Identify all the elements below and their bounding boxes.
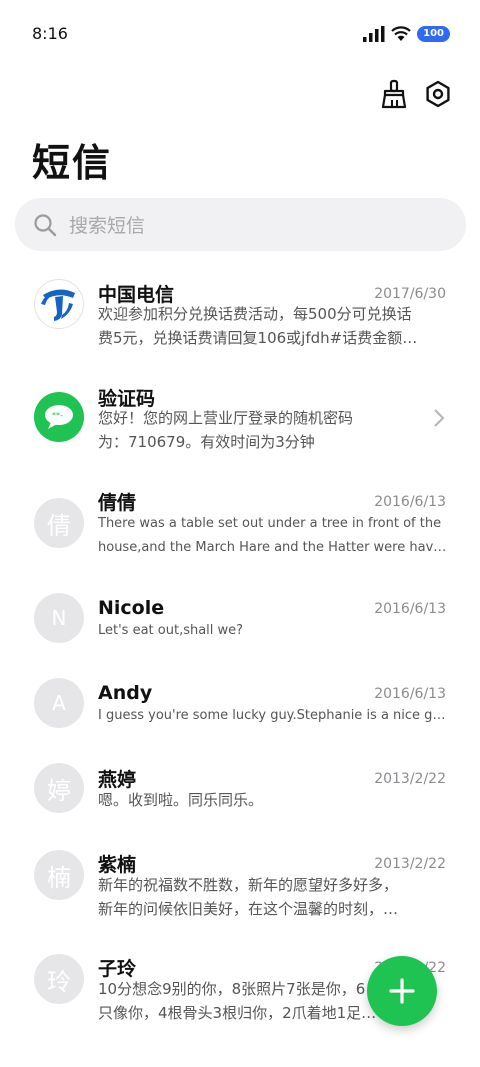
conversation-item[interactable]: 中国电信 2017/6/30 欢迎参加积分兑换话费活动，每500分可兑换话 费5… [0, 268, 480, 368]
message-date: 2013/2/22 [374, 856, 446, 872]
avatar: N [34, 593, 84, 643]
broom-icon [381, 79, 407, 109]
telecom-logo-icon [41, 289, 75, 321]
clean-button[interactable] [376, 76, 412, 112]
sms-bubble-icon: **- [34, 392, 84, 442]
signal-icon [363, 26, 385, 42]
status-bar: 8:16 100 [0, 0, 480, 66]
conversation-item[interactable]: 倩 倩倩 2016/6/13 There was a table set out… [0, 478, 480, 578]
message-date: 2016/6/13 [374, 686, 446, 702]
conversation-item[interactable]: 婷 燕婷 2013/2/22 嗯。收到啦。同乐同乐。 [0, 758, 480, 838]
status-icons: 100 [363, 24, 450, 44]
search-icon [34, 213, 57, 236]
plus-icon [389, 978, 415, 1004]
conversation-item[interactable]: **- 验证码 您好！您的网上营业厅登录的随机密码 为：710679。有效时间为… [0, 372, 480, 470]
settings-button[interactable] [420, 76, 456, 112]
message-preview: Let's eat out,shall we? [98, 623, 244, 638]
avatar: 楠 [34, 850, 84, 900]
wifi-icon [391, 26, 411, 41]
conversation-item[interactable]: A Andy 2016/6/13 I guess you're some luc… [0, 673, 480, 753]
contact-name: 倩倩 [98, 492, 137, 514]
message-preview: 新年的祝福数不胜数，新年的愿望好多好多， 新年的问候依旧美好，在这个温馨的时刻，… [98, 876, 399, 918]
avatar: 婷 [34, 763, 84, 813]
china-telecom-logo [34, 279, 84, 329]
message-date: 2016/6/13 [374, 601, 446, 617]
message-preview: There was a table set out under a tree i… [98, 516, 448, 555]
message-preview: 您好！您的网上营业厅登录的随机密码 为：710679。有效时间为3分钟 [98, 409, 354, 451]
message-preview: 嗯。收到啦。同乐同乐。 [98, 791, 264, 809]
new-message-button[interactable] [367, 956, 437, 1026]
avatar: 玲 [34, 954, 84, 1004]
page-title: 短信 [32, 141, 113, 185]
message-preview: I guess you're some lucky guy.Stephanie … [98, 708, 448, 723]
avatar: A [34, 678, 84, 728]
message-preview: 欢迎参加积分兑换话费活动，每500分可兑换话 费5元，兑换话费请回复106或jf… [98, 305, 418, 347]
message-date: 2016/6/13 [374, 494, 446, 510]
search-input[interactable]: 搜索短信 [15, 198, 466, 251]
avatar: 倩 [34, 498, 84, 548]
contact-name: Andy [98, 682, 153, 704]
conversation-item[interactable]: N Nicole 2016/6/13 Let's eat out,shall w… [0, 588, 480, 668]
svg-text:**-: **- [52, 411, 63, 420]
conversation-item[interactable]: 楠 紫楠 2013/2/22 新年的祝福数不胜数，新年的愿望好多好多， 新年的问… [0, 843, 480, 943]
contact-name: Nicole [98, 597, 165, 619]
gear-icon [426, 80, 450, 108]
status-time: 8:16 [32, 24, 68, 43]
search-placeholder: 搜索短信 [69, 215, 146, 237]
message-date: 2013/2/22 [374, 771, 446, 787]
battery-indicator: 100 [417, 26, 450, 42]
message-date: 2017/6/30 [374, 286, 446, 302]
chat-bubble-icon: **- [45, 405, 73, 429]
